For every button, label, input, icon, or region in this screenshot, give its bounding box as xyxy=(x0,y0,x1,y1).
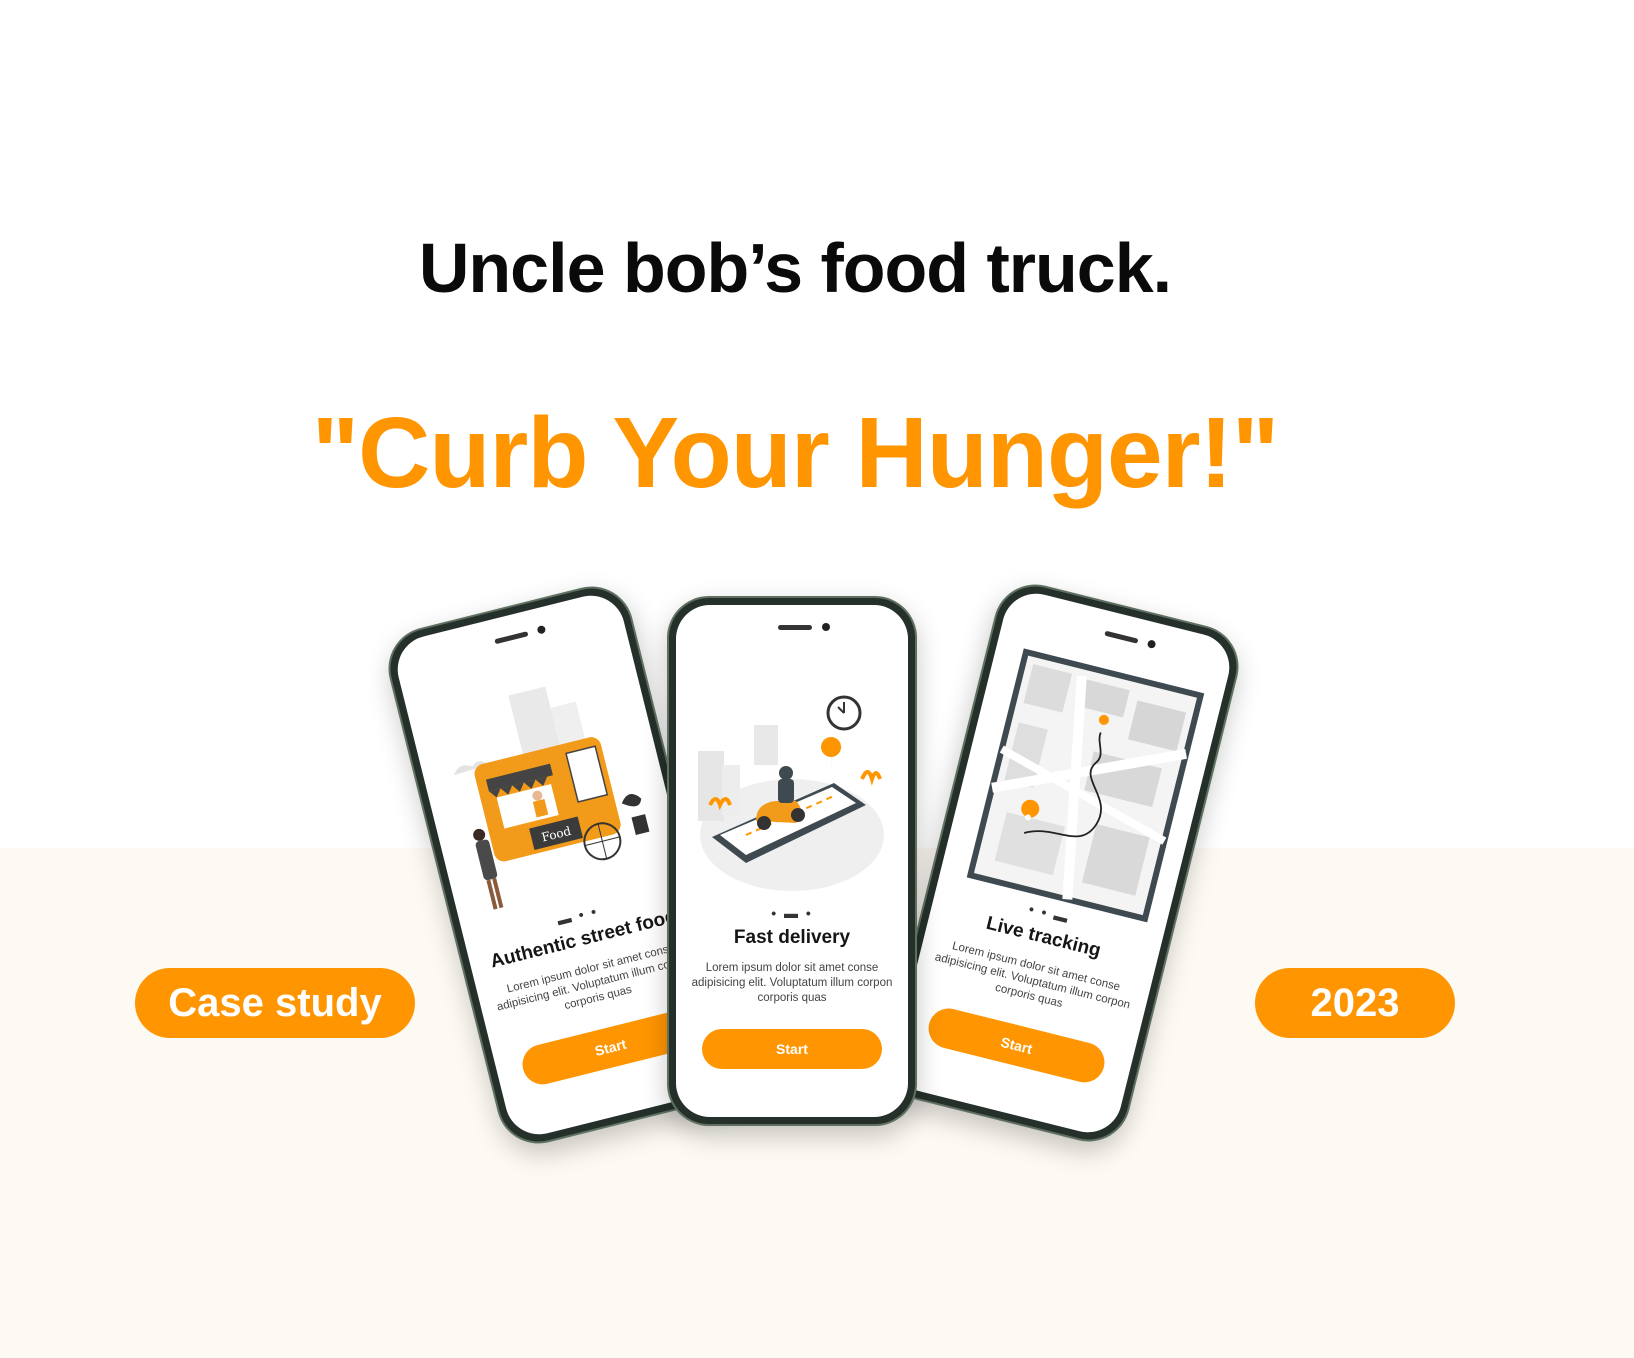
start-button[interactable]: Start xyxy=(702,1029,882,1069)
food-truck-illustration: Food xyxy=(453,686,650,910)
map-illustration xyxy=(966,648,1205,923)
phone-speaker xyxy=(1104,630,1139,644)
tagline: "Curb Your Hunger!" xyxy=(311,397,1280,509)
screen-title: Fast delivery xyxy=(733,927,851,948)
phone-camera xyxy=(1146,639,1157,650)
delivery-illustration xyxy=(698,695,884,891)
phone-speaker xyxy=(778,625,812,630)
pager-dots: • ▬ • xyxy=(771,905,813,921)
phone-screen: • ▬ • Fast delivery Lorem ipsum dolor si… xyxy=(676,605,908,1117)
year-badge: 2023 xyxy=(1255,968,1455,1038)
case-study-badge: Case study xyxy=(135,968,415,1038)
phone-camera xyxy=(822,623,830,631)
phone-camera xyxy=(536,624,547,635)
phone-speaker xyxy=(494,631,529,645)
phone-mockup-center: • ▬ • Fast delivery Lorem ipsum dolor si… xyxy=(667,596,917,1126)
page-title: Uncle bob’s food truck. xyxy=(418,229,1172,307)
screen-description: Lorem ipsum dolor sit amet conse adipisi… xyxy=(691,962,893,1004)
